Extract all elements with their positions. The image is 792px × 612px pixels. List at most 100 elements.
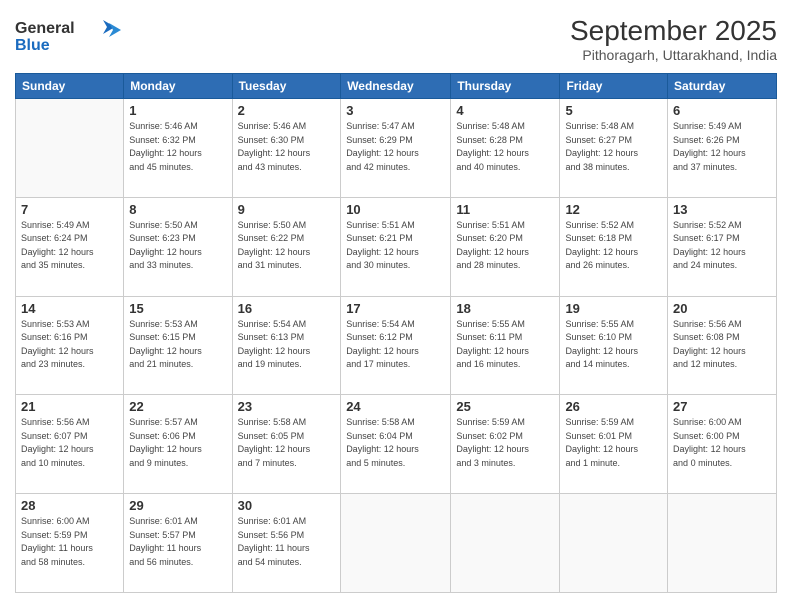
logo: General Blue <box>15 15 125 60</box>
day-info: Sunrise: 5:48 AMSunset: 6:28 PMDaylight:… <box>456 120 554 174</box>
day-info: Sunrise: 5:51 AMSunset: 6:21 PMDaylight:… <box>346 219 445 273</box>
calendar-cell: 29 Sunrise: 6:01 AMSunset: 5:57 PMDayligh… <box>124 494 232 593</box>
day-info: Sunrise: 5:59 AMSunset: 6:02 PMDaylight:… <box>456 416 554 470</box>
day-number: 14 <box>21 301 118 316</box>
day-info: Sunrise: 5:46 AMSunset: 6:32 PMDaylight:… <box>129 120 226 174</box>
day-info: Sunrise: 5:51 AMSunset: 6:20 PMDaylight:… <box>456 219 554 273</box>
calendar-cell: 7Sunrise: 5:49 AMSunset: 6:24 PMDaylight… <box>16 197 124 296</box>
day-number: 12 <box>565 202 662 217</box>
day-number: 28 <box>21 498 118 513</box>
weekday-header-saturday: Saturday <box>668 74 777 99</box>
calendar-week-row: 7Sunrise: 5:49 AMSunset: 6:24 PMDaylight… <box>16 197 777 296</box>
day-number: 5 <box>565 103 662 118</box>
svg-text:Blue: Blue <box>15 37 50 54</box>
calendar-week-row: 14 Sunrise: 5:53 AMSunset: 6:16 PMDayligh… <box>16 296 777 395</box>
day-number: 4 <box>456 103 554 118</box>
day-info: Sunrise: 5:58 AMSunset: 6:04 PMDaylight:… <box>346 416 445 470</box>
page: General Blue September 2025 Pithoragarh,… <box>0 0 792 612</box>
day-number: 2 <box>238 103 336 118</box>
header: General Blue September 2025 Pithoragarh,… <box>15 15 777 63</box>
calendar-cell: 25 Sunrise: 5:59 AMSunset: 6:02 PMDayligh… <box>451 395 560 494</box>
day-info: Sunrise: 5:53 AMSunset: 6:15 PMDaylight:… <box>129 318 226 372</box>
day-number: 9 <box>238 202 336 217</box>
day-info: Sunrise: 5:57 AMSunset: 6:06 PMDaylight:… <box>129 416 226 470</box>
day-number: 13 <box>673 202 771 217</box>
calendar-cell: 1Sunrise: 5:46 AMSunset: 6:32 PMDaylight… <box>124 99 232 198</box>
day-number: 17 <box>346 301 445 316</box>
calendar-cell: 11 Sunrise: 5:51 AMSunset: 6:20 PMDayligh… <box>451 197 560 296</box>
day-info: Sunrise: 5:58 AMSunset: 6:05 PMDaylight:… <box>238 416 336 470</box>
day-info: Sunrise: 5:55 AMSunset: 6:10 PMDaylight:… <box>565 318 662 372</box>
day-number: 20 <box>673 301 771 316</box>
calendar-cell: 4 Sunrise: 5:48 AMSunset: 6:28 PMDaylight… <box>451 99 560 198</box>
calendar-cell: 16 Sunrise: 5:54 AMSunset: 6:13 PMDayligh… <box>232 296 341 395</box>
day-info: Sunrise: 6:01 AMSunset: 5:57 PMDaylight:… <box>129 515 226 569</box>
calendar-cell: 19 Sunrise: 5:55 AMSunset: 6:10 PMDayligh… <box>560 296 668 395</box>
day-number: 10 <box>346 202 445 217</box>
day-info: Sunrise: 5:52 AMSunset: 6:18 PMDaylight:… <box>565 219 662 273</box>
calendar-cell <box>451 494 560 593</box>
day-info: Sunrise: 6:00 AMSunset: 5:59 PMDaylight:… <box>21 515 118 569</box>
calendar-cell: 23Sunrise: 5:58 AMSunset: 6:05 PMDayligh… <box>232 395 341 494</box>
calendar-week-row: 1Sunrise: 5:46 AMSunset: 6:32 PMDaylight… <box>16 99 777 198</box>
calendar-cell: 20 Sunrise: 5:56 AMSunset: 6:08 PMDayligh… <box>668 296 777 395</box>
calendar-cell: 15Sunrise: 5:53 AMSunset: 6:15 PMDayligh… <box>124 296 232 395</box>
day-info: Sunrise: 5:54 AMSunset: 6:13 PMDaylight:… <box>238 318 336 372</box>
calendar-cell: 30Sunrise: 6:01 AMSunset: 5:56 PMDayligh… <box>232 494 341 593</box>
day-info: Sunrise: 5:54 AMSunset: 6:12 PMDaylight:… <box>346 318 445 372</box>
weekday-header-sunday: Sunday <box>16 74 124 99</box>
month-title: September 2025 <box>570 15 777 47</box>
calendar-cell <box>16 99 124 198</box>
day-number: 29 <box>129 498 226 513</box>
day-number: 16 <box>238 301 336 316</box>
day-info: Sunrise: 5:53 AMSunset: 6:16 PMDaylight:… <box>21 318 118 372</box>
calendar-week-row: 21 Sunrise: 5:56 AMSunset: 6:07 PMDayligh… <box>16 395 777 494</box>
calendar-cell: 5 Sunrise: 5:48 AMSunset: 6:27 PMDaylight… <box>560 99 668 198</box>
weekday-header-row: SundayMondayTuesdayWednesdayThursdayFrid… <box>16 74 777 99</box>
weekday-header-tuesday: Tuesday <box>232 74 341 99</box>
calendar-cell: 26 Sunrise: 5:59 AMSunset: 6:01 PMDayligh… <box>560 395 668 494</box>
day-info: Sunrise: 5:50 AMSunset: 6:22 PMDaylight:… <box>238 219 336 273</box>
calendar-cell: 13 Sunrise: 5:52 AMSunset: 6:17 PMDayligh… <box>668 197 777 296</box>
day-info: Sunrise: 5:47 AMSunset: 6:29 PMDaylight:… <box>346 120 445 174</box>
day-number: 8 <box>129 202 226 217</box>
calendar-cell: 21 Sunrise: 5:56 AMSunset: 6:07 PMDayligh… <box>16 395 124 494</box>
logo-text: General Blue <box>15 15 125 60</box>
weekday-header-thursday: Thursday <box>451 74 560 99</box>
day-number: 3 <box>346 103 445 118</box>
day-info: Sunrise: 5:46 AMSunset: 6:30 PMDaylight:… <box>238 120 336 174</box>
location: Pithoragarh, Uttarakhand, India <box>570 47 777 63</box>
day-info: Sunrise: 5:52 AMSunset: 6:17 PMDaylight:… <box>673 219 771 273</box>
day-number: 27 <box>673 399 771 414</box>
title-block: September 2025 Pithoragarh, Uttarakhand,… <box>570 15 777 63</box>
day-info: Sunrise: 5:56 AMSunset: 6:08 PMDaylight:… <box>673 318 771 372</box>
weekday-header-monday: Monday <box>124 74 232 99</box>
day-number: 18 <box>456 301 554 316</box>
calendar-cell: 18Sunrise: 5:55 AMSunset: 6:11 PMDayligh… <box>451 296 560 395</box>
day-number: 11 <box>456 202 554 217</box>
day-number: 30 <box>238 498 336 513</box>
day-number: 25 <box>456 399 554 414</box>
calendar-cell <box>341 494 451 593</box>
calendar-cell: 28 Sunrise: 6:00 AMSunset: 5:59 PMDayligh… <box>16 494 124 593</box>
calendar-cell: 27 Sunrise: 6:00 AMSunset: 6:00 PMDayligh… <box>668 395 777 494</box>
day-info: Sunrise: 5:59 AMSunset: 6:01 PMDaylight:… <box>565 416 662 470</box>
calendar-week-row: 28 Sunrise: 6:00 AMSunset: 5:59 PMDayligh… <box>16 494 777 593</box>
weekday-header-friday: Friday <box>560 74 668 99</box>
calendar-cell: 3 Sunrise: 5:47 AMSunset: 6:29 PMDaylight… <box>341 99 451 198</box>
day-info: Sunrise: 6:00 AMSunset: 6:00 PMDaylight:… <box>673 416 771 470</box>
day-number: 19 <box>565 301 662 316</box>
day-info: Sunrise: 5:49 AMSunset: 6:26 PMDaylight:… <box>673 120 771 174</box>
day-number: 7 <box>21 202 118 217</box>
day-info: Sunrise: 5:56 AMSunset: 6:07 PMDaylight:… <box>21 416 118 470</box>
calendar-cell <box>668 494 777 593</box>
day-number: 21 <box>21 399 118 414</box>
calendar-table: SundayMondayTuesdayWednesdayThursdayFrid… <box>15 73 777 593</box>
day-info: Sunrise: 5:50 AMSunset: 6:23 PMDaylight:… <box>129 219 226 273</box>
calendar-cell: 8 Sunrise: 5:50 AMSunset: 6:23 PMDaylight… <box>124 197 232 296</box>
day-info: Sunrise: 5:48 AMSunset: 6:27 PMDaylight:… <box>565 120 662 174</box>
day-number: 26 <box>565 399 662 414</box>
calendar-cell: 17 Sunrise: 5:54 AMSunset: 6:12 PMDayligh… <box>341 296 451 395</box>
day-number: 22 <box>129 399 226 414</box>
weekday-header-wednesday: Wednesday <box>341 74 451 99</box>
